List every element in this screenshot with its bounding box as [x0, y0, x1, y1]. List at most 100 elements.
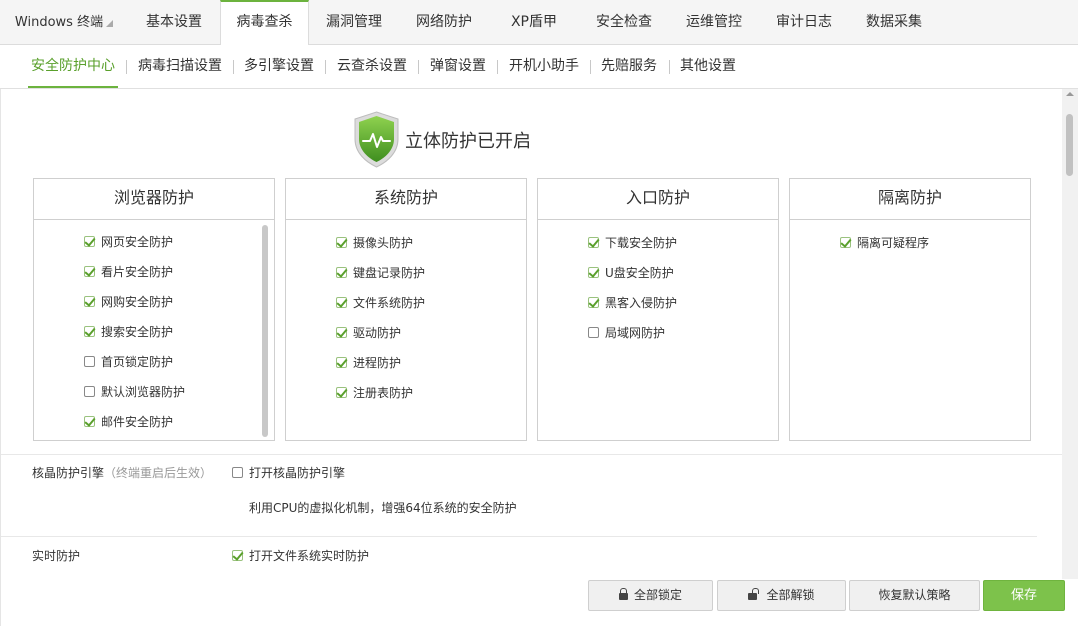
option-realtime-filesystem[interactable]: 打开文件系统实时防护	[232, 547, 369, 564]
subtab-separator	[669, 60, 670, 74]
option-process[interactable]: 进程防护	[336, 355, 401, 371]
option-label: 黑客入侵防护	[605, 296, 678, 310]
panel-browser-protection: 浏览器防护 网页安全防护 看片安全防护 网购安全防护 搜索安全防护 首页锁定防护…	[33, 178, 275, 441]
checkbox-icon[interactable]	[84, 296, 95, 307]
option-search-safety[interactable]: 搜索安全防护	[84, 324, 173, 340]
tab-vulnerability[interactable]: 漏洞管理	[309, 0, 399, 45]
tab-audit-log[interactable]: 审计日志	[759, 0, 849, 45]
checkbox-icon[interactable]	[84, 266, 95, 277]
page-scrollbar[interactable]	[1062, 89, 1078, 579]
scroll-up-arrow-icon[interactable]	[1066, 92, 1074, 96]
tab-label: 网络防护	[416, 14, 472, 30]
checkbox-icon[interactable]	[588, 237, 599, 248]
lock-all-button[interactable]: 全部锁定	[588, 580, 713, 611]
unlock-all-button[interactable]: 全部解锁	[717, 580, 846, 611]
checkbox-icon[interactable]	[84, 236, 95, 247]
panel-title: 入口防护	[538, 179, 778, 220]
realtime-protection-label: 实时防护	[32, 549, 81, 563]
restore-default-button[interactable]: 恢复默认策略	[849, 580, 980, 611]
lock-icon	[618, 588, 628, 600]
option-kernel-engine[interactable]: 打开核晶防护引擎	[232, 464, 345, 481]
panel-title: 浏览器防护	[34, 179, 274, 220]
option-registry[interactable]: 注册表防护	[336, 385, 413, 401]
subtab-popup-settings[interactable]: 弹窗设置	[430, 45, 486, 88]
option-web-safety[interactable]: 网页安全防护	[84, 234, 173, 250]
option-label: 网购安全防护	[101, 295, 174, 309]
option-keylogger[interactable]: 键盘记录防护	[336, 265, 425, 281]
option-driver[interactable]: 驱动防护	[336, 325, 401, 341]
subtab-separator	[497, 60, 498, 74]
tab-label: 病毒查杀	[236, 14, 293, 30]
option-label: 隔离可疑程序	[857, 236, 930, 250]
checkbox-icon[interactable]	[84, 326, 95, 337]
section-divider	[1, 536, 1037, 537]
option-lan[interactable]: 局域网防护	[588, 325, 665, 341]
checkbox-icon[interactable]	[232, 550, 243, 561]
checkbox-icon[interactable]	[84, 386, 95, 397]
tab-label: 数据采集	[866, 14, 922, 30]
option-camera[interactable]: 摄像头防护	[336, 235, 413, 251]
checkbox-icon[interactable]	[588, 267, 599, 278]
checkbox-icon[interactable]	[336, 237, 347, 248]
tab-basic-settings[interactable]: 基本设置	[128, 0, 220, 45]
option-video-safety[interactable]: 看片安全防护	[84, 264, 173, 280]
kernel-engine-description: 利用CPU的虚拟化机制，增强64位系统的安全防护	[249, 501, 517, 515]
tab-network-protection[interactable]: 网络防护	[399, 0, 489, 45]
subtab-other-settings[interactable]: 其他设置	[680, 45, 736, 88]
tab-windows-terminal[interactable]: Windows 终端	[0, 0, 128, 45]
checkbox-icon[interactable]	[84, 416, 95, 427]
subtab-separator	[126, 60, 127, 74]
subtab-separator	[233, 60, 234, 74]
option-default-browser[interactable]: 默认浏览器防护	[84, 384, 185, 400]
tab-ops-control[interactable]: 运维管控	[669, 0, 759, 45]
option-homepage-lock[interactable]: 首页锁定防护	[84, 354, 173, 370]
checkbox-icon[interactable]	[336, 297, 347, 308]
shield-check-icon	[354, 111, 399, 168]
option-usb-safety[interactable]: U盘安全防护	[588, 265, 674, 281]
subtab-security-center[interactable]: 安全防护中心	[28, 45, 118, 88]
tab-label: 运维管控	[686, 14, 742, 30]
checkbox-icon[interactable]	[336, 327, 347, 338]
checkbox-icon[interactable]	[232, 467, 243, 478]
tab-xp-shield[interactable]: XP盾甲	[489, 0, 579, 45]
checkbox-icon[interactable]	[336, 267, 347, 278]
option-download-safety[interactable]: 下载安全防护	[588, 235, 677, 251]
tab-data-collection[interactable]: 数据采集	[849, 0, 939, 45]
option-filesystem[interactable]: 文件系统防护	[336, 295, 425, 311]
subtab-compensation-service[interactable]: 先赔服务	[601, 45, 657, 88]
section-divider	[1, 454, 1062, 455]
subtab-cloud-scan[interactable]: 云查杀设置	[337, 45, 407, 88]
kernel-engine-note: （终端重启后生效）	[104, 466, 213, 480]
tab-virus-scan[interactable]: 病毒查杀	[220, 0, 309, 46]
tab-label: 基本设置	[146, 14, 202, 30]
checkbox-icon[interactable]	[588, 297, 599, 308]
subtab-scan-settings[interactable]: 病毒扫描设置	[138, 45, 222, 88]
option-mail-safety[interactable]: 邮件安全防护	[84, 414, 173, 430]
subtab-multi-engine[interactable]: 多引擎设置	[244, 45, 314, 88]
panel-system-protection: 系统防护 摄像头防护 键盘记录防护 文件系统防护 驱动防护 进程防护 注册表防护	[285, 178, 527, 441]
sub-tab-bar: 安全防护中心 病毒扫描设置 多引擎设置 云查杀设置 弹窗设置 开机小助手 先赔服…	[0, 45, 1078, 89]
tab-security-check[interactable]: 安全检查	[579, 0, 669, 45]
save-button[interactable]: 保存	[983, 580, 1065, 611]
option-isolate-suspicious[interactable]: 隔离可疑程序	[840, 235, 929, 251]
option-shopping-safety[interactable]: 网购安全防护	[84, 294, 173, 310]
panel-entry-protection: 入口防护 下载安全防护 U盘安全防护 黑客入侵防护 局域网防护	[537, 178, 779, 441]
checkbox-icon[interactable]	[336, 357, 347, 368]
tab-label: XP盾甲	[510, 14, 558, 30]
option-label: 局域网防护	[605, 326, 666, 340]
checkbox-icon[interactable]	[336, 387, 347, 398]
option-intrusion[interactable]: 黑客入侵防护	[588, 295, 677, 311]
button-label: 全部解锁	[766, 588, 815, 602]
button-label: 全部锁定	[633, 588, 682, 602]
checkbox-icon[interactable]	[84, 356, 95, 367]
protection-status-title: 立体防护已开启	[405, 131, 531, 152]
option-label: 打开文件系统实时防护	[249, 549, 370, 563]
option-label: 下载安全防护	[605, 236, 678, 250]
checkbox-icon[interactable]	[588, 327, 599, 338]
subtab-boot-helper[interactable]: 开机小助手	[509, 45, 579, 88]
subtab-separator	[325, 60, 326, 74]
checkbox-icon[interactable]	[840, 237, 851, 248]
panel-scrollbar[interactable]	[262, 225, 268, 437]
option-label: 邮件安全防护	[101, 415, 174, 429]
scroll-thumb[interactable]	[1066, 114, 1073, 176]
